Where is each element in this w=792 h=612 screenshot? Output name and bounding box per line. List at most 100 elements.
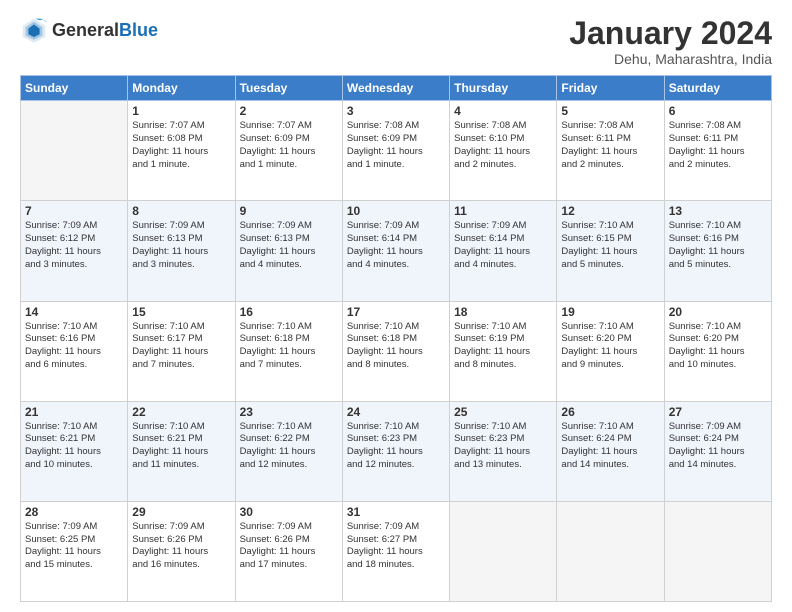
calendar-table: SundayMondayTuesdayWednesdayThursdayFrid…: [20, 75, 772, 602]
day-number: 30: [240, 505, 338, 519]
day-number: 21: [25, 405, 123, 419]
calendar-cell: 15 Sunrise: 7:10 AM Sunset: 6:17 PM Dayli…: [128, 301, 235, 401]
day-info: Sunrise: 7:10 AM Sunset: 6:20 PM Dayligh…: [561, 321, 659, 372]
calendar-cell: 9 Sunrise: 7:09 AM Sunset: 6:13 PM Daylig…: [235, 201, 342, 301]
calendar-cell: 21 Sunrise: 7:10 AM Sunset: 6:21 PM Dayli…: [21, 401, 128, 501]
day-number: 11: [454, 204, 552, 218]
calendar-cell: 29 Sunrise: 7:09 AM Sunset: 6:26 PM Dayli…: [128, 501, 235, 601]
calendar-week-row: 14 Sunrise: 7:10 AM Sunset: 6:16 PM Dayli…: [21, 301, 772, 401]
day-number: 2: [240, 104, 338, 118]
day-info: Sunrise: 7:10 AM Sunset: 6:23 PM Dayligh…: [454, 421, 552, 472]
day-number: 28: [25, 505, 123, 519]
day-number: 10: [347, 204, 445, 218]
day-header-thursday: Thursday: [450, 76, 557, 101]
day-number: 29: [132, 505, 230, 519]
calendar-subtitle: Dehu, Maharashtra, India: [569, 51, 772, 67]
day-info: Sunrise: 7:09 AM Sunset: 6:25 PM Dayligh…: [25, 521, 123, 572]
calendar-cell: 1Sunrise: 7:07 AM Sunset: 6:08 PM Daylig…: [128, 101, 235, 201]
day-info: Sunrise: 7:10 AM Sunset: 6:22 PM Dayligh…: [240, 421, 338, 472]
day-info: Sunrise: 7:10 AM Sunset: 6:15 PM Dayligh…: [561, 220, 659, 271]
calendar-cell: 20 Sunrise: 7:10 AM Sunset: 6:20 PM Dayli…: [664, 301, 771, 401]
day-info: Sunrise: 7:09 AM Sunset: 6:12 PM Dayligh…: [25, 220, 123, 271]
calendar-cell: 16 Sunrise: 7:10 AM Sunset: 6:18 PM Dayli…: [235, 301, 342, 401]
logo-text: GeneralBlue: [52, 20, 158, 41]
day-info: Sunrise: 7:07 AM Sunset: 6:08 PM Dayligh…: [132, 120, 230, 171]
day-header-saturday: Saturday: [664, 76, 771, 101]
day-header-monday: Monday: [128, 76, 235, 101]
day-info: Sunrise: 7:10 AM Sunset: 6:18 PM Dayligh…: [347, 321, 445, 372]
day-info: Sunrise: 7:07 AM Sunset: 6:09 PM Dayligh…: [240, 120, 338, 171]
calendar-cell: 10 Sunrise: 7:09 AM Sunset: 6:14 PM Dayli…: [342, 201, 449, 301]
day-header-friday: Friday: [557, 76, 664, 101]
day-info: Sunrise: 7:09 AM Sunset: 6:24 PM Dayligh…: [669, 421, 767, 472]
day-number: 17: [347, 305, 445, 319]
calendar-cell: [450, 501, 557, 601]
day-number: 15: [132, 305, 230, 319]
day-number: 3: [347, 104, 445, 118]
header: GeneralBlue January 2024 Dehu, Maharasht…: [20, 16, 772, 67]
calendar-cell: 7 Sunrise: 7:09 AM Sunset: 6:12 PM Daylig…: [21, 201, 128, 301]
day-info: Sunrise: 7:10 AM Sunset: 6:16 PM Dayligh…: [669, 220, 767, 271]
day-number: 9: [240, 204, 338, 218]
logo-general: General: [52, 20, 119, 40]
day-info: Sunrise: 7:10 AM Sunset: 6:24 PM Dayligh…: [561, 421, 659, 472]
day-info: Sunrise: 7:08 AM Sunset: 6:09 PM Dayligh…: [347, 120, 445, 171]
day-info: Sunrise: 7:09 AM Sunset: 6:14 PM Dayligh…: [347, 220, 445, 271]
day-number: 20: [669, 305, 767, 319]
calendar-cell: 6 Sunrise: 7:08 AM Sunset: 6:11 PM Daylig…: [664, 101, 771, 201]
day-number: 27: [669, 405, 767, 419]
day-info: Sunrise: 7:10 AM Sunset: 6:23 PM Dayligh…: [347, 421, 445, 472]
calendar-cell: 11 Sunrise: 7:09 AM Sunset: 6:14 PM Dayli…: [450, 201, 557, 301]
calendar-cell: 2 Sunrise: 7:07 AM Sunset: 6:09 PM Daylig…: [235, 101, 342, 201]
day-number: 14: [25, 305, 123, 319]
day-number: 18: [454, 305, 552, 319]
calendar-cell: 14 Sunrise: 7:10 AM Sunset: 6:16 PM Dayli…: [21, 301, 128, 401]
day-info: Sunrise: 7:08 AM Sunset: 6:10 PM Dayligh…: [454, 120, 552, 171]
logo: GeneralBlue: [20, 16, 158, 44]
day-info: Sunrise: 7:10 AM Sunset: 6:17 PM Dayligh…: [132, 321, 230, 372]
day-info: Sunrise: 7:08 AM Sunset: 6:11 PM Dayligh…: [669, 120, 767, 171]
day-number: 16: [240, 305, 338, 319]
day-info: Sunrise: 7:09 AM Sunset: 6:14 PM Dayligh…: [454, 220, 552, 271]
day-header-wednesday: Wednesday: [342, 76, 449, 101]
calendar-cell: 25 Sunrise: 7:10 AM Sunset: 6:23 PM Dayli…: [450, 401, 557, 501]
calendar-week-row: 1Sunrise: 7:07 AM Sunset: 6:08 PM Daylig…: [21, 101, 772, 201]
calendar-cell: 8Sunrise: 7:09 AM Sunset: 6:13 PM Daylig…: [128, 201, 235, 301]
calendar-cell: 31Sunrise: 7:09 AM Sunset: 6:27 PM Dayli…: [342, 501, 449, 601]
day-info: Sunrise: 7:10 AM Sunset: 6:16 PM Dayligh…: [25, 321, 123, 372]
day-number: 13: [669, 204, 767, 218]
calendar-cell: 22 Sunrise: 7:10 AM Sunset: 6:21 PM Dayli…: [128, 401, 235, 501]
calendar-header-row: SundayMondayTuesdayWednesdayThursdayFrid…: [21, 76, 772, 101]
day-info: Sunrise: 7:10 AM Sunset: 6:21 PM Dayligh…: [132, 421, 230, 472]
calendar-week-row: 7 Sunrise: 7:09 AM Sunset: 6:12 PM Daylig…: [21, 201, 772, 301]
calendar-week-row: 21 Sunrise: 7:10 AM Sunset: 6:21 PM Dayli…: [21, 401, 772, 501]
day-number: 22: [132, 405, 230, 419]
day-number: 6: [669, 104, 767, 118]
calendar-week-row: 28 Sunrise: 7:09 AM Sunset: 6:25 PM Dayli…: [21, 501, 772, 601]
calendar-cell: 26Sunrise: 7:10 AM Sunset: 6:24 PM Dayli…: [557, 401, 664, 501]
day-number: 25: [454, 405, 552, 419]
calendar-cell: [21, 101, 128, 201]
calendar-cell: 30 Sunrise: 7:09 AM Sunset: 6:26 PM Dayli…: [235, 501, 342, 601]
calendar-title: January 2024: [569, 16, 772, 51]
calendar-cell: 12 Sunrise: 7:10 AM Sunset: 6:15 PM Dayli…: [557, 201, 664, 301]
calendar-cell: 19 Sunrise: 7:10 AM Sunset: 6:20 PM Dayli…: [557, 301, 664, 401]
day-info: Sunrise: 7:10 AM Sunset: 6:20 PM Dayligh…: [669, 321, 767, 372]
day-info: Sunrise: 7:09 AM Sunset: 6:13 PM Dayligh…: [240, 220, 338, 271]
calendar-cell: 5Sunrise: 7:08 AM Sunset: 6:11 PM Daylig…: [557, 101, 664, 201]
page: GeneralBlue January 2024 Dehu, Maharasht…: [0, 0, 792, 612]
day-number: 12: [561, 204, 659, 218]
calendar-cell: 27 Sunrise: 7:09 AM Sunset: 6:24 PM Dayli…: [664, 401, 771, 501]
day-header-tuesday: Tuesday: [235, 76, 342, 101]
calendar-cell: 4 Sunrise: 7:08 AM Sunset: 6:10 PM Daylig…: [450, 101, 557, 201]
day-number: 7: [25, 204, 123, 218]
day-number: 23: [240, 405, 338, 419]
day-info: Sunrise: 7:09 AM Sunset: 6:26 PM Dayligh…: [132, 521, 230, 572]
day-info: Sunrise: 7:10 AM Sunset: 6:18 PM Dayligh…: [240, 321, 338, 372]
day-info: Sunrise: 7:09 AM Sunset: 6:26 PM Dayligh…: [240, 521, 338, 572]
day-number: 19: [561, 305, 659, 319]
day-number: 4: [454, 104, 552, 118]
day-info: Sunrise: 7:10 AM Sunset: 6:21 PM Dayligh…: [25, 421, 123, 472]
day-info: Sunrise: 7:08 AM Sunset: 6:11 PM Dayligh…: [561, 120, 659, 171]
calendar-cell: 3 Sunrise: 7:08 AM Sunset: 6:09 PM Daylig…: [342, 101, 449, 201]
